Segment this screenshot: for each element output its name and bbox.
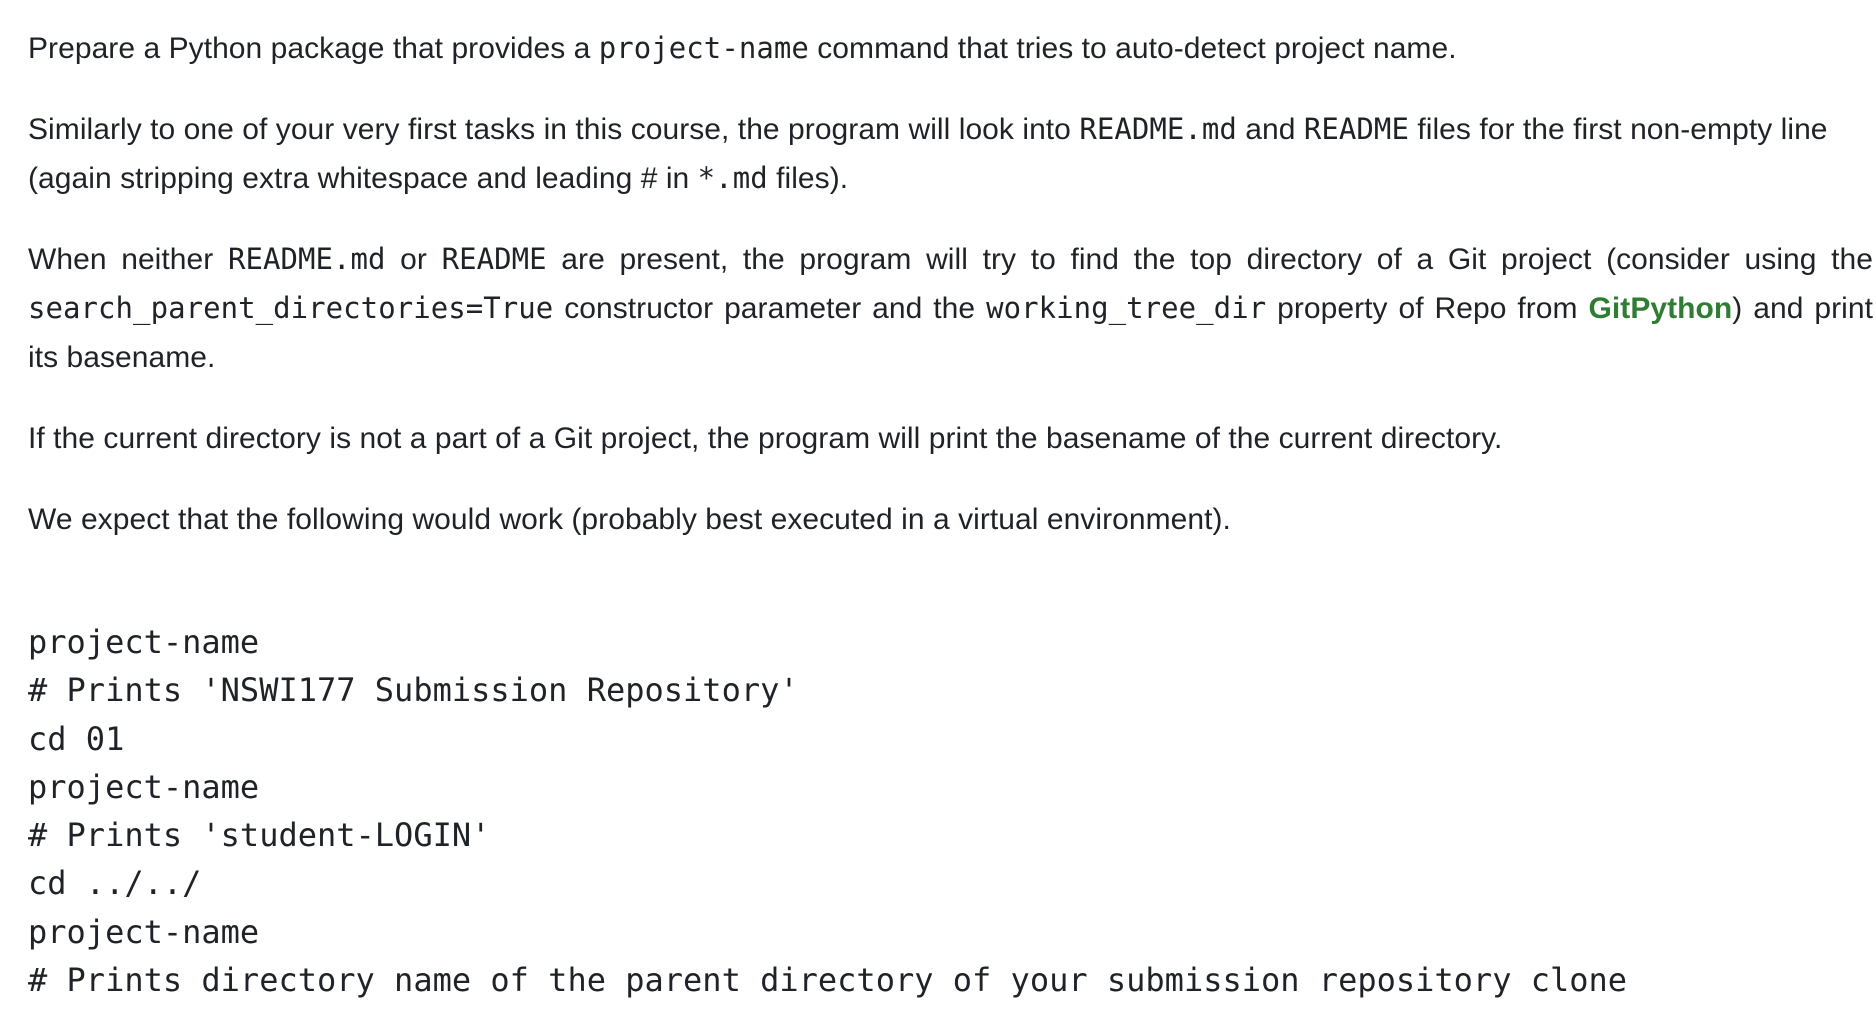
code-line: cd ../../: [28, 864, 202, 903]
code-line: project-name: [28, 623, 260, 661]
paragraph-expectation: We expect that the following would work …: [28, 503, 1231, 536]
code-line: cd 01: [28, 719, 125, 758]
text: Prepare a Python package that provides a: [28, 32, 599, 65]
code-line: # Prints 'student-LOGIN': [28, 816, 491, 855]
paragraph-git: When neither README.md or README are pre…: [28, 235, 1873, 382]
inline-code: README.md: [1079, 112, 1237, 146]
code-line: project-name: [28, 912, 260, 951]
paragraph-fallback: If the current directory is not a part o…: [28, 422, 1503, 455]
inline-code: project-name: [598, 31, 809, 65]
text: are present, the program will try to fin…: [546, 243, 1874, 276]
inline-code: README: [441, 242, 547, 276]
text: #: [640, 162, 658, 195]
inline-code: *.md: [697, 161, 768, 195]
gitpython-link[interactable]: GitPython: [1589, 292, 1733, 325]
text: property of: [1266, 292, 1435, 325]
code-block: project-name # Prints 'NSWI177 Submission…: [28, 618, 1876, 1004]
paragraph-readme: Similarly to one of your very first task…: [28, 105, 1873, 203]
text: Similarly to one of your very first task…: [28, 113, 1080, 146]
text: Repo: [1434, 292, 1507, 325]
code-line: # Prints directory name of the parent di…: [28, 961, 1628, 1000]
text: When neither: [28, 243, 228, 276]
text: from: [1506, 292, 1589, 325]
inline-code: search_parent_directories=True: [28, 291, 554, 325]
inline-code: working_tree_dir: [986, 291, 1267, 325]
inline-code: README.md: [227, 242, 386, 276]
text: or: [385, 243, 442, 276]
text: and: [1236, 113, 1304, 146]
code-line: # Prints 'NSWI177 Submission Repository': [28, 671, 799, 710]
paragraph-intro: Prepare a Python package that provides a…: [28, 24, 1873, 73]
text: in: [657, 162, 698, 195]
code-line: project-name: [28, 767, 260, 806]
text: files).: [767, 162, 849, 195]
text: command that tries to auto-detect projec…: [808, 32, 1457, 65]
assignment-document: Prepare a Python package that provides a…: [0, 0, 1876, 1026]
inline-code: README: [1303, 112, 1409, 146]
text: constructor parameter and the: [553, 292, 987, 325]
